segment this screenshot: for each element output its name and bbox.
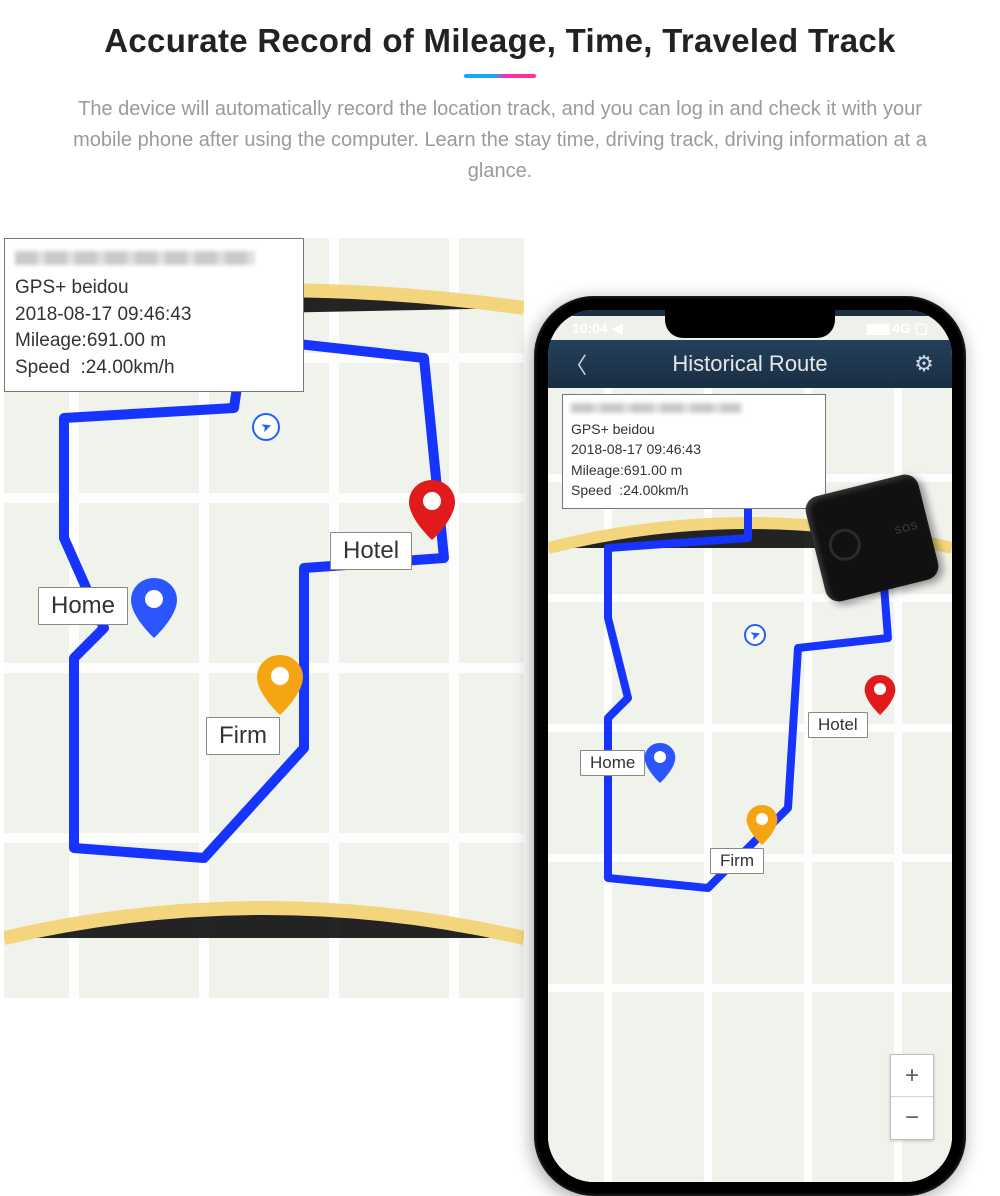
map-pin-hotel-icon[interactable] xyxy=(408,480,456,540)
poi-label-firm: Firm xyxy=(710,848,764,874)
phone-screen[interactable]: 10:04 ◀ ▮▮▮▮ 4G ▢ 〈 Historical Route ⚙ xyxy=(548,310,952,1182)
info-mileage: Mileage:691.00 m xyxy=(15,328,293,355)
info-timestamp: 2018-08-17 09:46:43 xyxy=(571,439,817,459)
poi-label-firm: Firm xyxy=(206,717,280,755)
map-pin-home-icon[interactable] xyxy=(644,742,676,784)
phone-notch xyxy=(665,310,835,338)
poi-label-hotel: Hotel xyxy=(330,532,412,570)
accent-bar xyxy=(464,74,536,78)
info-speed: Speed :24.00km/h xyxy=(571,480,817,500)
back-icon[interactable]: 〈 xyxy=(562,348,590,380)
info-timestamp: 2018-08-17 09:46:43 xyxy=(15,302,293,329)
info-mileage: Mileage:691.00 m xyxy=(571,460,817,480)
info-mode: GPS+ beidou xyxy=(571,419,817,439)
phone-mock: 10:04 ◀ ▮▮▮▮ 4G ▢ 〈 Historical Route ⚙ xyxy=(534,296,966,1196)
hero-title: Accurate Record of Mileage, Time, Travel… xyxy=(48,22,952,60)
status-time: 10:04 ◀ xyxy=(572,320,622,337)
map-pin-home-icon[interactable] xyxy=(130,578,178,638)
obscured-header xyxy=(15,251,255,265)
obscured-header xyxy=(571,403,741,413)
navbar: 〈 Historical Route ⚙ xyxy=(548,340,952,388)
hero-subtitle: The device will automatically record the… xyxy=(60,94,940,187)
zoom-in-button[interactable]: + xyxy=(891,1055,933,1097)
info-mode: GPS+ beidou xyxy=(15,275,293,302)
map-pin-hotel-icon[interactable] xyxy=(864,674,896,716)
settings-icon[interactable]: ⚙ xyxy=(910,351,938,377)
nav-title: Historical Route xyxy=(590,351,910,377)
zoom-control: + − xyxy=(890,1054,934,1140)
map-pin-firm-icon[interactable] xyxy=(256,655,304,715)
poi-label-home: Home xyxy=(38,587,128,625)
phone-track-info-card: GPS+ beidou 2018-08-17 09:46:43 Mileage:… xyxy=(562,394,826,509)
poi-label-hotel: Hotel xyxy=(808,712,868,738)
current-position-icon xyxy=(744,624,766,646)
status-network: ▮▮▮▮ 4G ▢ xyxy=(865,320,928,337)
hero: Accurate Record of Mileage, Time, Travel… xyxy=(0,0,1000,205)
zoom-out-button[interactable]: − xyxy=(891,1097,933,1139)
poi-label-home: Home xyxy=(580,750,645,776)
phone-map[interactable]: GPS+ beidou 2018-08-17 09:46:43 Mileage:… xyxy=(548,388,952,1182)
track-info-card: GPS+ beidou 2018-08-17 09:46:43 Mileage:… xyxy=(4,238,304,392)
info-speed: Speed :24.00km/h xyxy=(15,355,293,382)
current-position-icon xyxy=(252,413,280,441)
map-pin-firm-icon[interactable] xyxy=(746,804,778,846)
